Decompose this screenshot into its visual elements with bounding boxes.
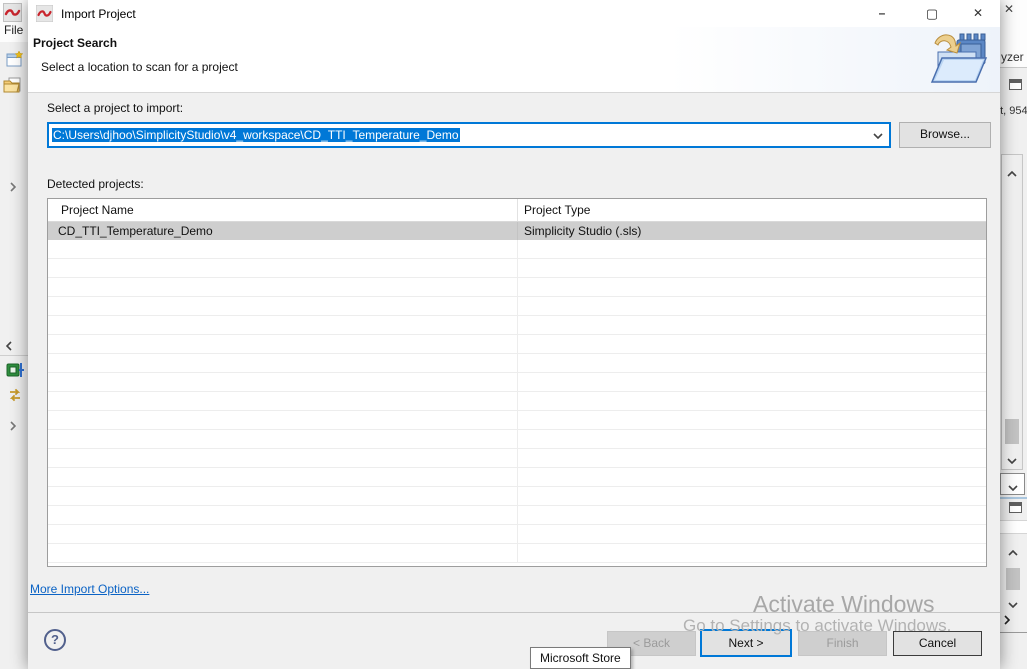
import-folder-icon xyxy=(930,30,992,90)
page-subtitle: Select a location to scan for a project xyxy=(41,60,238,74)
empty-cell xyxy=(48,240,518,258)
empty-cell xyxy=(48,468,518,486)
empty-cell xyxy=(48,278,518,296)
device-chip-icon[interactable] xyxy=(6,361,25,382)
table-row-empty xyxy=(48,373,986,392)
empty-cell xyxy=(48,316,518,334)
detected-projects-table: Project Name Project Type CD_TTI_Tempera… xyxy=(47,198,987,567)
scroll-up-icon[interactable] xyxy=(1008,545,1018,559)
project-path-value[interactable]: C:\Users\djhoo\SimplicityStudio\v4_works… xyxy=(49,128,867,142)
dialog-title: Import Project xyxy=(61,7,136,21)
project-name-cell: CD_TTI_Temperature_Demo xyxy=(48,222,518,240)
empty-cell xyxy=(48,297,518,315)
detected-projects-label: Detected projects: xyxy=(47,177,144,191)
tab-label-partial[interactable]: yzer xyxy=(1001,50,1024,64)
maximize-view-icon[interactable] xyxy=(1009,79,1022,90)
new-project-icon[interactable] xyxy=(6,50,24,71)
expand-panel-icon[interactable] xyxy=(8,418,18,432)
empty-cell xyxy=(48,449,518,467)
empty-cell xyxy=(48,392,518,410)
table-row-empty xyxy=(48,430,986,449)
table-row-empty xyxy=(48,392,986,411)
empty-cell xyxy=(48,544,518,562)
column-header-project-name[interactable]: Project Name xyxy=(48,199,518,221)
panel-row-fragment xyxy=(1000,520,1027,534)
divider xyxy=(1000,632,1027,633)
close-button[interactable]: ✕ xyxy=(962,2,994,25)
table-row-empty xyxy=(48,316,986,335)
activate-windows-watermark: Activate Windows xyxy=(753,591,935,618)
project-type-cell: Simplicity Studio (.sls) xyxy=(518,222,986,240)
table-row-empty xyxy=(48,354,986,373)
table-row-empty xyxy=(48,468,986,487)
background-ide-right: ✕ yzer ut, 954 xyxy=(1000,0,1027,669)
table-row-empty xyxy=(48,240,986,259)
expand-toolbar-icon[interactable] xyxy=(8,179,18,193)
maximize-view-icon[interactable] xyxy=(1009,502,1022,513)
column-header-project-type[interactable]: Project Type xyxy=(518,199,986,221)
vertical-scrollbar[interactable] xyxy=(1001,154,1023,470)
scroll-down-icon[interactable] xyxy=(1008,597,1018,611)
table-row-empty xyxy=(48,297,986,316)
minimize-button[interactable]: – xyxy=(866,2,898,25)
empty-cell xyxy=(48,354,518,372)
browse-button[interactable]: Browse... xyxy=(899,122,991,148)
table-row-empty xyxy=(48,449,986,468)
table-header: Project Name Project Type xyxy=(48,199,986,222)
empty-cell xyxy=(48,411,518,429)
scroll-down-icon[interactable] xyxy=(1007,453,1017,467)
simplicity-studio-logo-icon xyxy=(3,3,22,22)
dropdown-button[interactable] xyxy=(1000,473,1025,495)
empty-cell xyxy=(48,487,518,505)
page-title: Project Search xyxy=(33,36,117,50)
scrollbar-thumb[interactable] xyxy=(1005,419,1019,444)
table-row-empty xyxy=(48,278,986,297)
tab-close-icon[interactable]: ✕ xyxy=(1004,2,1014,16)
table-row-empty xyxy=(48,525,986,544)
empty-cell xyxy=(48,525,518,543)
table-row-empty xyxy=(48,411,986,430)
empty-cell xyxy=(48,506,518,524)
scroll-up-icon[interactable] xyxy=(1007,166,1017,180)
collapse-panel-icon[interactable] xyxy=(4,338,14,352)
divider xyxy=(0,355,28,356)
background-ide-left: File xyxy=(0,0,28,669)
scrollbar-thumb[interactable] xyxy=(1006,568,1020,590)
empty-cell xyxy=(48,259,518,277)
table-row-empty xyxy=(48,487,986,506)
empty-cell xyxy=(48,373,518,391)
activate-windows-watermark-sub: Go to Settings to activate Windows. xyxy=(683,616,951,636)
table-row-empty xyxy=(48,506,986,525)
help-button[interactable]: ? xyxy=(44,629,66,651)
more-import-options-link[interactable]: More Import Options... xyxy=(30,582,149,596)
simplicity-studio-icon xyxy=(36,5,53,25)
maximize-button[interactable]: ▢ xyxy=(916,2,948,25)
wizard-header: Project Search Select a location to scan… xyxy=(28,27,1000,93)
import-path-label: Select a project to import: xyxy=(47,101,183,115)
table-row-selected[interactable]: CD_TTI_Temperature_Demo Simplicity Studi… xyxy=(48,222,986,240)
open-folder-icon[interactable] xyxy=(3,76,23,97)
menu-file[interactable]: File xyxy=(4,23,23,37)
empty-cell xyxy=(48,430,518,448)
empty-cell xyxy=(48,335,518,353)
import-project-dialog: Import Project – ▢ ✕ Project Search Sele… xyxy=(28,0,1000,669)
dialog-titlebar[interactable]: Import Project – ▢ ✕ xyxy=(28,0,1000,27)
table-empty-area xyxy=(48,240,986,563)
expand-panel-icon[interactable] xyxy=(1002,612,1012,626)
taskbar-tooltip: Microsoft Store xyxy=(530,647,631,669)
sync-arrows-icon[interactable] xyxy=(7,387,23,406)
project-path-combobox[interactable]: C:\Users\djhoo\SimplicityStudio\v4_works… xyxy=(47,122,891,148)
table-row-empty xyxy=(48,335,986,354)
table-row-empty xyxy=(48,259,986,278)
divider xyxy=(1000,497,1027,499)
table-row-empty xyxy=(48,544,986,563)
chevron-down-icon[interactable] xyxy=(867,128,889,142)
